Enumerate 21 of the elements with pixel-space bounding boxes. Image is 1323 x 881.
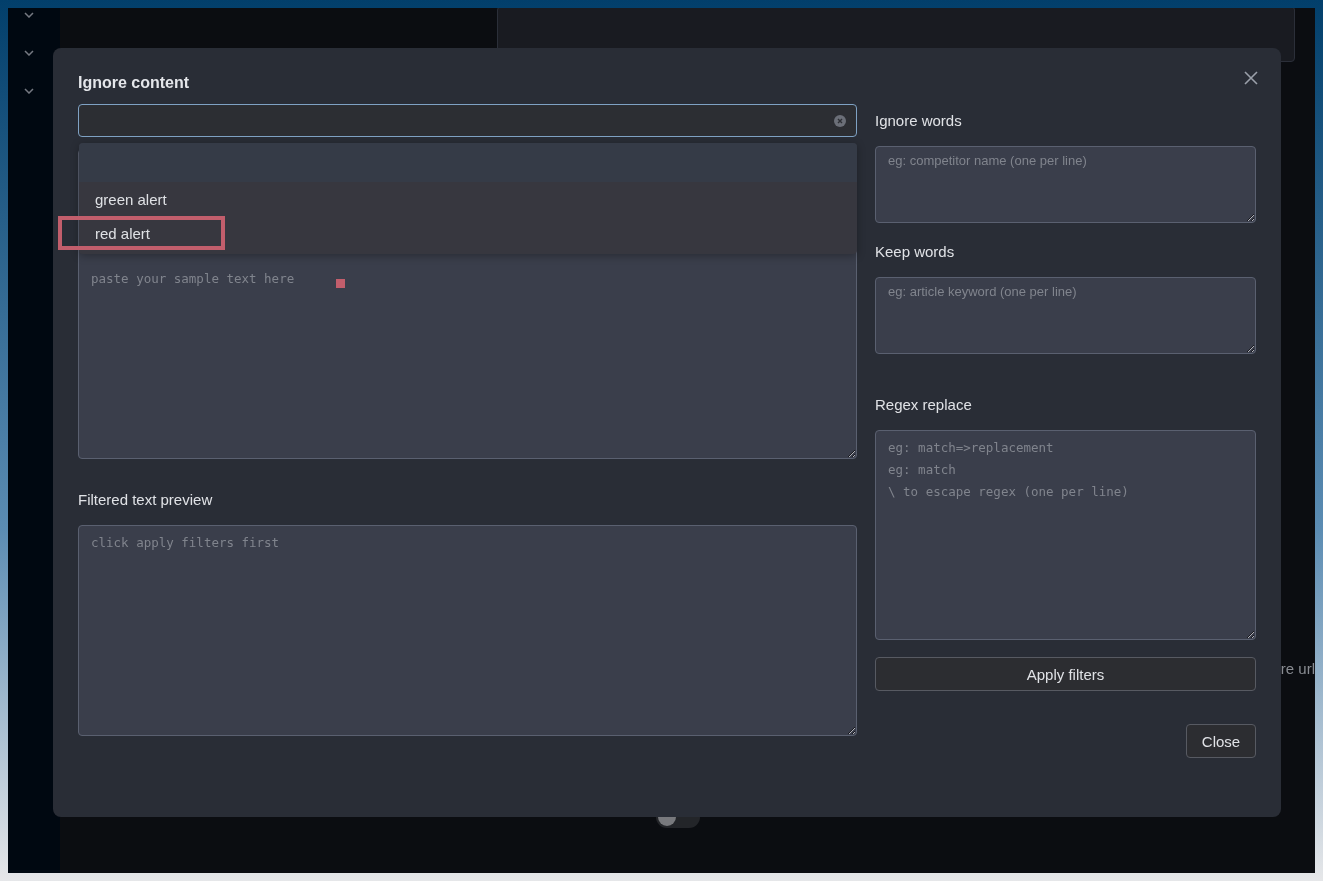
field-label: Regex replace <box>875 396 973 414</box>
search-field[interactable] <box>78 104 857 137</box>
preview-text-area[interactable]: click apply filters first <box>78 525 857 736</box>
close-button[interactable]: Close <box>1186 724 1256 758</box>
chevron-icon[interactable] <box>24 50 34 56</box>
dropdown-option[interactable]: red alert <box>58 216 225 250</box>
regex-field[interactable]: eg: match=>replacement eg: match \ to escape regex (one per line) <box>875 430 1256 640</box>
field-label: Filtered text preview <box>78 491 214 509</box>
annotation-marker <box>336 279 345 288</box>
dropdown-option[interactable]: green alert <box>79 182 167 216</box>
apply-filters-button[interactable]: Apply filters <box>875 657 1256 691</box>
dialog-title: Ignore content <box>78 74 190 92</box>
close-icon[interactable] <box>1244 71 1258 85</box>
url-label: re url <box>1280 660 1315 677</box>
clear-icon[interactable] <box>834 114 846 127</box>
field-label: Keep words <box>875 243 956 261</box>
keep-words-field[interactable]: eg: article keyword (one per line) <box>875 277 1256 354</box>
ignore-words-field[interactable]: eg: competitor name (one per line) <box>875 146 1256 223</box>
chevron-icon[interactable] <box>24 12 34 18</box>
field-label: Ignore words <box>875 112 963 130</box>
chevron-icon[interactable] <box>24 88 34 94</box>
